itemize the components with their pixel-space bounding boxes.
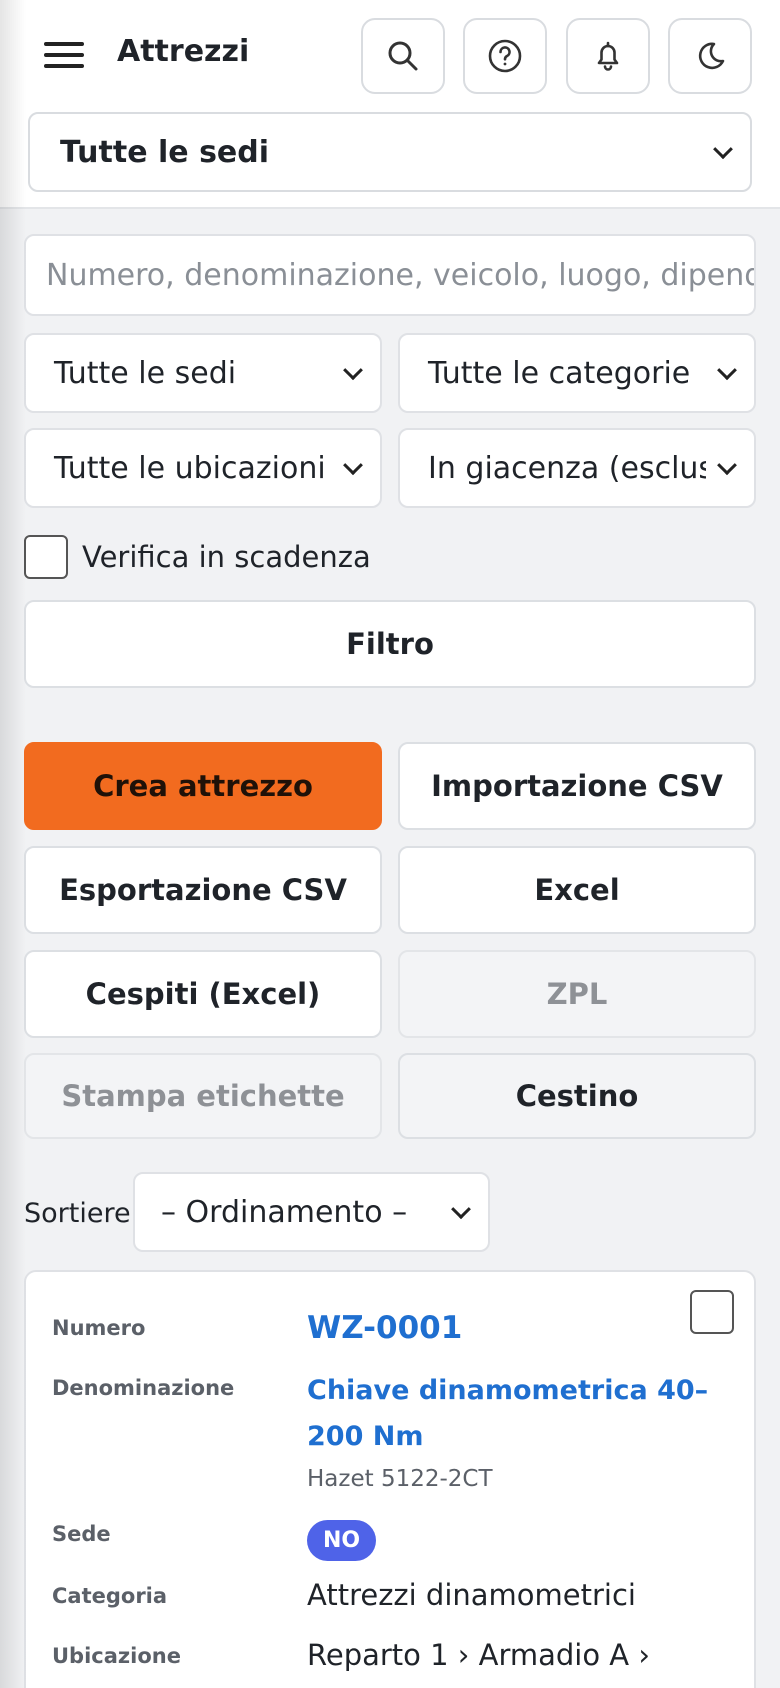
tool-card: Numero WZ-0001 Denominazione Chiave dina… xyxy=(24,1270,756,1688)
site-badge-wrap: NO xyxy=(307,1520,377,1561)
create-tool-button[interactable]: Crea attrezzo xyxy=(24,742,382,830)
sort-select-value: – Ordinamento – xyxy=(161,1194,408,1230)
stock-status-value: In giacenza (esclusi xyxy=(428,450,706,486)
search-placeholder: Numero, denominazione, veicolo, luogo, d… xyxy=(46,257,756,293)
excel-button[interactable]: Excel xyxy=(398,846,756,934)
tool-name-link[interactable]: Chiave dinamometrica 40–200 Nm xyxy=(307,1368,727,1460)
stock-status-select[interactable]: In giacenza (esclusi xyxy=(398,428,756,508)
verify-expiring-checkbox[interactable] xyxy=(24,535,68,579)
chevron-down-icon xyxy=(717,360,737,381)
notifications-button[interactable] xyxy=(566,18,650,94)
search-input[interactable]: Numero, denominazione, veicolo, luogo, d… xyxy=(24,234,756,316)
chevron-down-icon xyxy=(713,139,733,160)
tool-select-checkbox[interactable] xyxy=(690,1290,734,1334)
bell-icon xyxy=(597,41,619,71)
trash-button[interactable]: Cestino xyxy=(398,1053,756,1139)
verify-expiring-row: Verifica in scadenza xyxy=(24,535,371,579)
category-label: Categoria xyxy=(52,1584,168,1608)
header-site-select-value: Tutte le sedi xyxy=(60,134,270,170)
chevron-down-icon xyxy=(343,360,363,381)
assets-excel-button[interactable]: Cespiti (Excel) xyxy=(24,950,382,1038)
location-filter-value: Tutte le ubicazioni xyxy=(54,450,326,486)
help-icon xyxy=(488,39,522,73)
category-value: Attrezzi dinamometrici xyxy=(307,1578,636,1612)
chevron-down-icon xyxy=(343,455,363,476)
location-filter-select[interactable]: Tutte le ubicazioni xyxy=(24,428,382,508)
filter-button[interactable]: Filtro xyxy=(24,600,756,688)
theme-toggle-button[interactable] xyxy=(668,18,752,94)
site-filter-select[interactable]: Tutte le sedi xyxy=(24,333,382,413)
print-labels-button[interactable]: Stampa etichette xyxy=(24,1053,382,1139)
search-icon xyxy=(388,41,418,71)
name-label: Denominazione xyxy=(52,1376,235,1400)
search-button[interactable] xyxy=(361,18,445,94)
page-title: Attrezzi xyxy=(117,34,250,69)
site-filter-value: Tutte le sedi xyxy=(54,355,237,391)
header-site-select[interactable]: Tutte le sedi xyxy=(28,112,752,192)
number-label: Numero xyxy=(52,1316,146,1340)
help-button[interactable] xyxy=(463,18,547,94)
verify-expiring-label[interactable]: Verifica in scadenza xyxy=(82,540,371,574)
moon-icon xyxy=(698,42,725,70)
location-label: Ubicazione xyxy=(52,1644,181,1668)
import-csv-button[interactable]: Importazione CSV xyxy=(398,742,756,830)
chevron-down-icon xyxy=(717,455,737,476)
location-value: Reparto 1 › Armadio A › xyxy=(307,1638,650,1672)
tool-model: Hazet 5122-2CT xyxy=(307,1466,493,1492)
app-header: Attrezzi Tutte le sedi xyxy=(0,0,780,209)
side-drawer-shadow xyxy=(0,0,26,1688)
sort-select[interactable]: – Ordinamento – xyxy=(133,1172,490,1252)
category-filter-value: Tutte le categorie xyxy=(428,355,691,391)
site-badge: NO xyxy=(307,1520,377,1561)
category-filter-select[interactable]: Tutte le categorie xyxy=(398,333,756,413)
sort-label: Sortieren xyxy=(24,1198,148,1229)
tool-number-link[interactable]: WZ-0001 xyxy=(307,1310,462,1346)
zpl-button[interactable]: ZPL xyxy=(398,950,756,1038)
site-label: Sede xyxy=(52,1522,111,1546)
chevron-down-icon xyxy=(451,1199,471,1220)
export-csv-button[interactable]: Esportazione CSV xyxy=(24,846,382,934)
menu-icon[interactable] xyxy=(42,38,86,72)
